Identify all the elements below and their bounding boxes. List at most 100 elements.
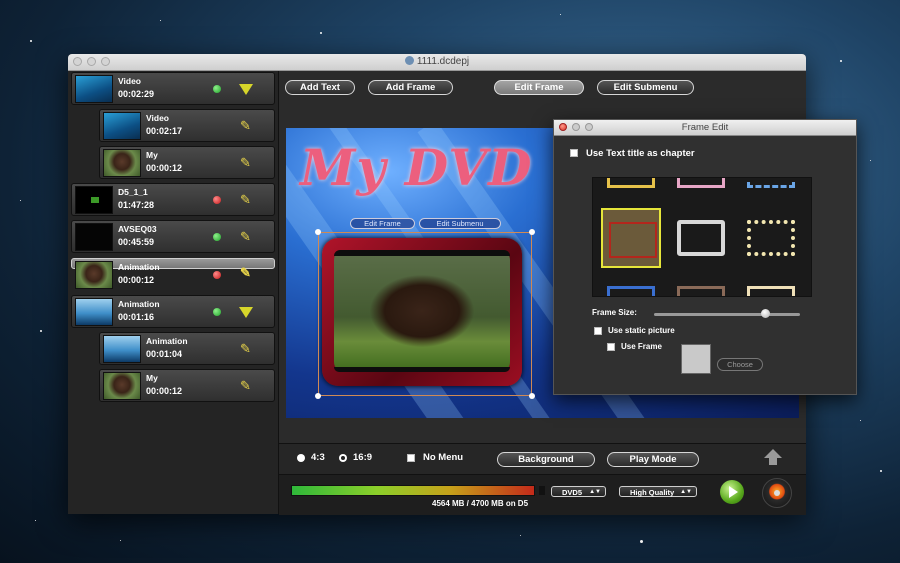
- video-thumbnail: [75, 223, 113, 251]
- quality-value: High Quality: [630, 488, 675, 497]
- preview-edit-frame-pill[interactable]: Edit Frame: [350, 218, 415, 229]
- video-thumbnail: [103, 335, 141, 363]
- frame-tile[interactable]: [607, 178, 655, 188]
- frame-size-slider-knob[interactable]: [761, 309, 770, 318]
- item-duration: 00:00:12: [146, 386, 183, 396]
- resize-handle[interactable]: [315, 393, 321, 399]
- status-dot-icon: [213, 271, 221, 279]
- video-thumbnail: [75, 186, 113, 214]
- window-titlebar[interactable]: 1111.dcdepj: [68, 54, 806, 71]
- frame-tile[interactable]: [747, 220, 795, 256]
- item-duration: 00:02:29: [118, 89, 155, 99]
- status-dot-icon: [213, 85, 221, 93]
- frame-tile[interactable]: [677, 220, 725, 256]
- video-thumbnail: [103, 112, 141, 140]
- list-item[interactable]: Animation 00:01:04 ✎: [99, 332, 275, 365]
- list-item[interactable]: D5_1_1 01:47:28 ✎: [71, 183, 275, 216]
- edit-pencil-icon[interactable]: ✎: [240, 378, 251, 394]
- photo-thumbnail: [75, 261, 113, 289]
- list-item[interactable]: My 00:00:12 ✎: [99, 146, 275, 179]
- meter-end-cap: [539, 486, 545, 495]
- frame-style-gallery[interactable]: [592, 177, 812, 297]
- ratio-4-3-radio[interactable]: [297, 454, 305, 462]
- item-duration: 00:02:17: [146, 126, 183, 136]
- video-thumbnail: [75, 298, 113, 326]
- frame-color-swatch[interactable]: [681, 344, 711, 374]
- no-menu-checkbox[interactable]: [407, 454, 415, 462]
- play-mode-button[interactable]: Play Mode: [607, 452, 699, 467]
- quality-select[interactable]: High Quality ▲▼: [619, 486, 697, 497]
- frame-tile[interactable]: [747, 286, 795, 296]
- resize-handle[interactable]: [529, 393, 535, 399]
- use-frame-checkbox[interactable]: [607, 343, 615, 351]
- item-duration: 00:00:12: [146, 163, 183, 173]
- item-name: Animation: [118, 262, 160, 272]
- item-name: D5_1_1: [118, 187, 148, 197]
- list-item[interactable]: Video 00:02:29: [71, 72, 275, 105]
- list-item-selected[interactable]: Animation 00:00:12 ✎: [71, 258, 275, 289]
- menu-title-text[interactable]: My DVD: [300, 138, 532, 197]
- up-arrow-stem: [769, 457, 777, 465]
- list-item[interactable]: Animation 00:01:16: [71, 295, 275, 328]
- no-menu-label: No Menu: [423, 452, 464, 463]
- edit-frame-button[interactable]: Edit Frame: [494, 80, 584, 95]
- storage-usage-text: 4564 MB / 4700 MB on D5: [432, 499, 529, 508]
- background-button[interactable]: Background: [497, 452, 595, 467]
- window-title: 1111.dcdepj: [68, 56, 806, 67]
- title-list-sidebar: Video 00:02:29 Video 00:02:17 ✎ My 00:00…: [68, 71, 279, 514]
- photo-thumbnail: [103, 372, 141, 400]
- item-name: My: [146, 373, 158, 383]
- item-duration: 00:00:12: [118, 275, 155, 285]
- expand-triangle-icon[interactable]: [239, 84, 253, 95]
- frame-size-slider[interactable]: [654, 313, 800, 316]
- resize-handle[interactable]: [315, 229, 321, 235]
- frame-tile[interactable]: [747, 178, 795, 188]
- frame-tile-selected[interactable]: [601, 208, 661, 268]
- edit-pencil-icon[interactable]: ✎: [240, 341, 251, 357]
- disc-usage-meter: [291, 485, 545, 496]
- status-dot-icon: [213, 308, 221, 316]
- item-duration: 00:01:04: [146, 349, 183, 359]
- use-static-picture-checkbox[interactable]: [594, 327, 602, 335]
- frame-size-label: Frame Size:: [592, 308, 637, 317]
- preview-edit-submenu-pill[interactable]: Edit Submenu: [419, 218, 501, 229]
- selection-rectangle[interactable]: [315, 229, 535, 399]
- updown-chevron-icon: ▲▼: [680, 489, 692, 495]
- edit-submenu-button[interactable]: Edit Submenu: [597, 80, 694, 95]
- choose-button[interactable]: Choose: [717, 358, 763, 371]
- item-name: Video: [146, 113, 169, 123]
- resize-handle[interactable]: [529, 229, 535, 235]
- use-text-title-label: Use Text title as chapter: [586, 148, 695, 159]
- use-frame-label: Use Frame: [621, 342, 662, 351]
- edit-pencil-icon[interactable]: ✎: [240, 266, 251, 279]
- item-name: My: [146, 150, 158, 160]
- ratio-4-3-label: 4:3: [311, 452, 325, 463]
- item-name: AVSEQ03: [118, 224, 157, 234]
- edit-pencil-icon[interactable]: ✎: [240, 192, 251, 208]
- item-duration: 01:47:28: [118, 200, 155, 210]
- frame-tile[interactable]: [677, 178, 725, 188]
- add-frame-button[interactable]: Add Frame: [368, 80, 453, 95]
- edit-pencil-icon[interactable]: ✎: [240, 118, 251, 134]
- use-text-title-checkbox[interactable]: [570, 149, 578, 157]
- dialog-titlebar[interactable]: Frame Edit: [554, 120, 856, 136]
- project-file-icon: [404, 56, 414, 65]
- ratio-16-9-radio[interactable]: [339, 454, 347, 462]
- video-thumbnail: [75, 75, 113, 103]
- frame-tile[interactable]: [607, 286, 655, 296]
- frame-tile[interactable]: [677, 286, 725, 296]
- item-name: Video: [118, 76, 141, 86]
- status-dot-icon: [213, 233, 221, 241]
- disc-type-select[interactable]: DVD5 ▲▼: [551, 486, 606, 497]
- expand-triangle-icon[interactable]: [239, 307, 253, 318]
- dialog-title: Frame Edit: [681, 122, 729, 133]
- burn-disc-icon[interactable]: [762, 478, 792, 508]
- add-text-button[interactable]: Add Text: [285, 80, 355, 95]
- list-item[interactable]: Video 00:02:17 ✎: [99, 109, 275, 142]
- play-preview-icon[interactable]: [720, 480, 744, 504]
- photo-thumbnail: [103, 149, 141, 177]
- edit-pencil-icon[interactable]: ✎: [240, 155, 251, 171]
- list-item[interactable]: My 00:00:12 ✎: [99, 369, 275, 402]
- list-item[interactable]: AVSEQ03 00:45:59 ✎: [71, 220, 275, 253]
- edit-pencil-icon[interactable]: ✎: [240, 229, 251, 245]
